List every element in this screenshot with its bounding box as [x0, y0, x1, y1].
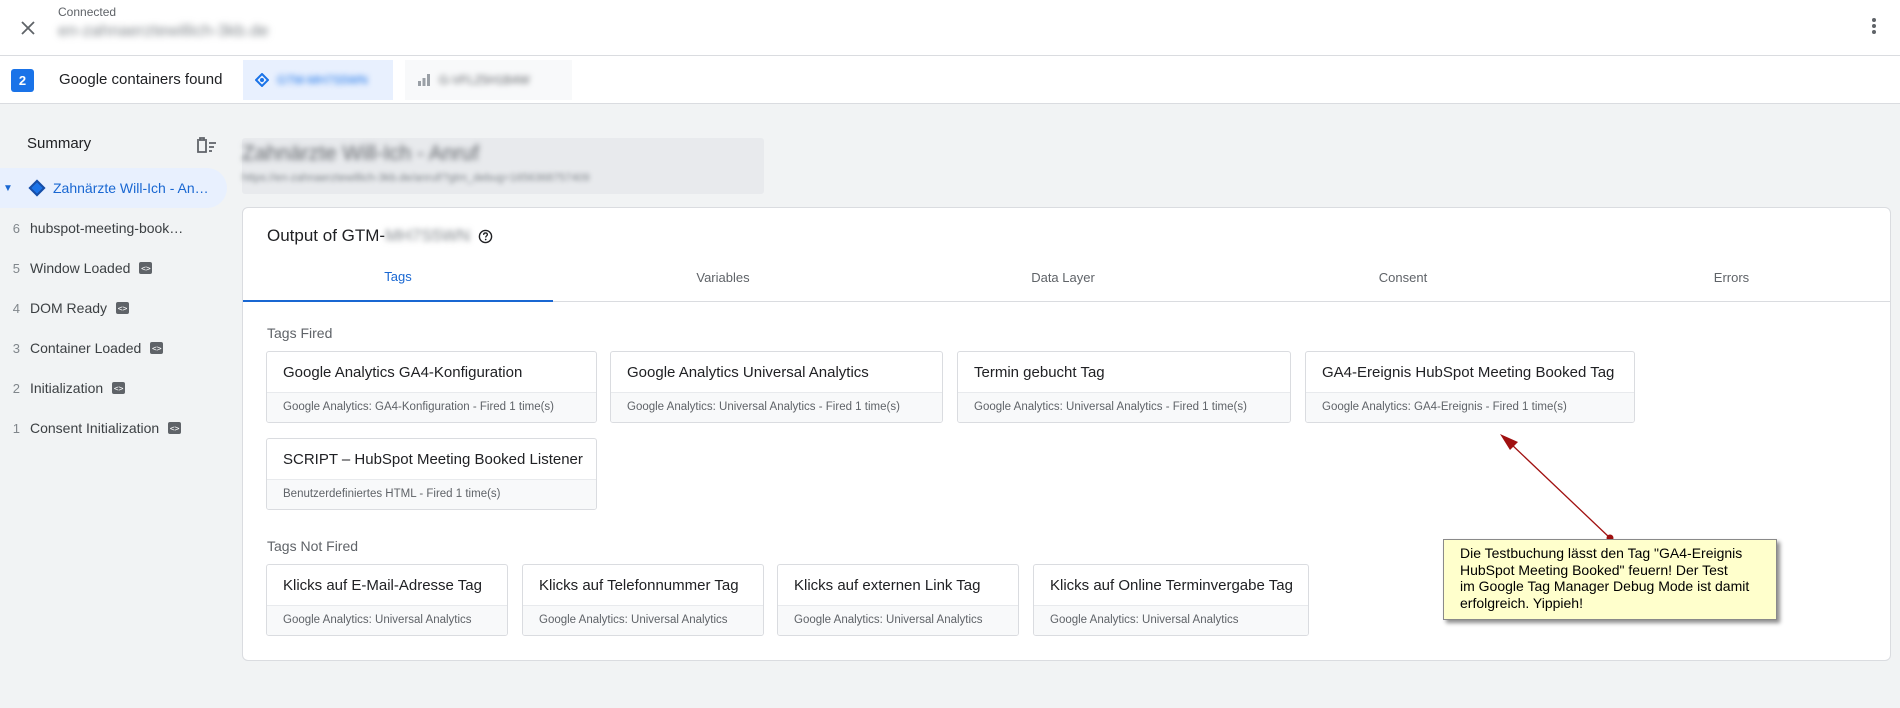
more-options-button[interactable]	[1862, 14, 1886, 38]
tag-meta: Google Analytics: GA4-Konfiguration - Fi…	[267, 392, 596, 422]
sidebar-item-label: hubspot-meeting-book…	[30, 220, 184, 236]
summary-row[interactable]: Summary	[0, 125, 230, 165]
sidebar-item-window-loaded[interactable]: 5 Window Loaded <>	[0, 248, 227, 288]
kebab-menu-icon[interactable]	[1871, 17, 1877, 35]
tab-errors[interactable]: Errors	[1573, 252, 1890, 302]
top-bar: Connected en-zahnaerztewillich-3kb.de	[0, 0, 1900, 56]
tag-meta: Google Analytics: Universal Analytics - …	[611, 392, 942, 422]
container-tab-gtm[interactable]: GTM-MH7S5WN	[243, 60, 393, 100]
code-icon: <>	[116, 302, 130, 314]
container-tab-ga4[interactable]: G-VFLZ5H1B4W	[405, 60, 572, 100]
output-container-id: MH7S5WN	[385, 226, 471, 245]
sidebar-item-label: Container Loaded	[30, 340, 142, 356]
gtm-icon	[255, 73, 269, 87]
delete-sweep-icon[interactable]	[195, 136, 217, 154]
tab-variables[interactable]: Variables	[553, 252, 893, 302]
tag-name: GA4-Ereignis HubSpot Meeting Booked Tag	[1322, 364, 1615, 381]
sidebar-item-current-event[interactable]: ▼ Zahnärzte Will-Ich - An…	[0, 168, 227, 208]
output-title: Output of GTM- MH7S5WN	[267, 226, 493, 246]
tag-card[interactable]: Google Analytics GA4-Konfiguration Googl…	[266, 351, 597, 423]
sidebar-item-label: Initialization	[30, 380, 104, 396]
tab-tags[interactable]: Tags	[243, 252, 553, 302]
sidebar-item-number: 5	[12, 260, 20, 276]
sidebar-item-label: Zahnärzte Will-Ich - An…	[53, 180, 209, 196]
event-url: https://en-zahnaerztewillich-3kb.de/anru…	[242, 172, 590, 184]
close-icon[interactable]	[19, 19, 37, 37]
tag-meta: Google Analytics: Universal Analytics	[1034, 605, 1308, 635]
gtm-diamond-icon	[28, 179, 46, 197]
tag-card[interactable]: Termin gebucht Tag Google Analytics: Uni…	[957, 351, 1291, 423]
tag-card[interactable]: Klicks auf Online Terminvergabe Tag Goog…	[1033, 564, 1309, 636]
annotation-line: erfolgreich. Yippieh!	[1460, 594, 1583, 611]
sidebar-item-number: 1	[12, 420, 20, 436]
tag-name: Google Analytics Universal Analytics	[627, 364, 869, 381]
tag-card[interactable]: SCRIPT – HubSpot Meeting Booked Listener…	[266, 438, 597, 510]
summary-label: Summary	[27, 135, 92, 152]
event-title: Zahnärzte Will-Ich - Anruf	[242, 142, 479, 165]
annotation-line: im Google Tag Manager Debug Mode ist dam…	[1460, 578, 1750, 594]
sidebar-item-label: Consent Initialization	[30, 420, 160, 436]
code-icon: <>	[139, 262, 153, 274]
connected-url: en-zahnaerztewillich-3kb.de	[58, 21, 269, 40]
sidebar-item-number: 6	[12, 220, 20, 236]
tag-name: Google Analytics GA4-Konfiguration	[283, 364, 523, 381]
tag-card[interactable]: Klicks auf externen Link Tag Google Anal…	[777, 564, 1019, 636]
tag-card[interactable]: Klicks auf Telefonnummer Tag Google Anal…	[522, 564, 764, 636]
sidebar-item-initialization[interactable]: 2 Initialization <>	[0, 368, 227, 408]
annotation-line: HubSpot Meeting Booked" feuern! Der Test	[1460, 561, 1728, 578]
tab-data-layer[interactable]: Data Layer	[893, 252, 1233, 302]
event-header: Zahnärzte Will-Ich - Anruf https://en-za…	[242, 138, 764, 194]
analytics-icon	[418, 74, 430, 86]
clear-messages-button[interactable]	[194, 133, 218, 157]
tag-name: Klicks auf Telefonnummer Tag	[539, 577, 739, 594]
container-tab-label: G-VFLZ5H1B4W	[439, 73, 530, 87]
tag-meta: Google Analytics: GA4-Ereignis - Fired 1…	[1306, 392, 1634, 422]
caret-down-icon: ▼	[3, 182, 13, 194]
sidebar-item-dom-ready[interactable]: 4 DOM Ready <>	[0, 288, 227, 328]
tag-name: Klicks auf Online Terminvergabe Tag	[1050, 577, 1293, 594]
container-count-badge: 2	[11, 69, 34, 92]
output-tabs: Tags Variables Data Layer Consent Errors	[243, 252, 1890, 302]
tag-meta: Google Analytics: Universal Analytics	[778, 605, 1018, 635]
help-icon[interactable]	[478, 229, 493, 244]
tag-meta: Google Analytics: Universal Analytics	[267, 605, 507, 635]
sidebar-item-hubspot-meeting[interactable]: 6 hubspot-meeting-book…	[0, 208, 227, 248]
tag-card[interactable]: Google Analytics Universal Analytics Goo…	[610, 351, 943, 423]
tag-card[interactable]: GA4-Ereignis HubSpot Meeting Booked Tag …	[1305, 351, 1635, 423]
sidebar-item-number: 3	[12, 340, 20, 356]
sidebar-item-number: 4	[12, 300, 20, 316]
tag-card[interactable]: Klicks auf E-Mail-Adresse Tag Google Ana…	[266, 564, 508, 636]
code-icon: <>	[150, 342, 164, 354]
tag-name: Termin gebucht Tag	[974, 364, 1105, 381]
tag-meta: Benutzerdefiniertes HTML - Fired 1 time(…	[267, 479, 596, 509]
tags-not-fired-heading: Tags Not Fired	[267, 538, 359, 554]
sidebar-item-container-loaded[interactable]: 3 Container Loaded <>	[0, 328, 227, 368]
tag-name: Klicks auf E-Mail-Adresse Tag	[283, 577, 482, 594]
tag-name: SCRIPT – HubSpot Meeting Booked Listener	[283, 451, 583, 468]
annotation-note: Die Testbuchung lässt den Tag "GA4-Ereig…	[1443, 539, 1777, 620]
event-sidebar: Summary ▼ Zahnärzte Will-Ich - An… 6 hub…	[0, 105, 230, 708]
close-button[interactable]	[12, 12, 44, 44]
tag-name: Klicks auf externen Link Tag	[794, 577, 981, 594]
sidebar-item-number: 2	[12, 380, 20, 396]
containers-found-label: Google containers found	[59, 71, 223, 88]
sidebar-item-label: DOM Ready	[30, 300, 108, 316]
tag-meta: Google Analytics: Universal Analytics - …	[958, 392, 1290, 422]
container-tab-label: GTM-MH7S5WN	[277, 73, 368, 87]
container-bar: 2 Google containers found GTM-MH7S5WN G-…	[0, 56, 1900, 104]
annotation-line: Die Testbuchung lässt den Tag "GA4-Ereig…	[1460, 545, 1743, 561]
output-title-prefix: Output of GTM-	[267, 226, 386, 245]
connection-status: Connected	[58, 5, 117, 19]
tag-meta: Google Analytics: Universal Analytics	[523, 605, 763, 635]
tags-fired-heading: Tags Fired	[267, 325, 333, 341]
sidebar-item-consent-initialization[interactable]: 1 Consent Initialization <>	[0, 408, 227, 448]
code-icon: <>	[168, 422, 182, 434]
code-icon: <>	[112, 382, 126, 394]
sidebar-item-label: Window Loaded	[30, 260, 131, 276]
tab-consent[interactable]: Consent	[1233, 252, 1573, 302]
